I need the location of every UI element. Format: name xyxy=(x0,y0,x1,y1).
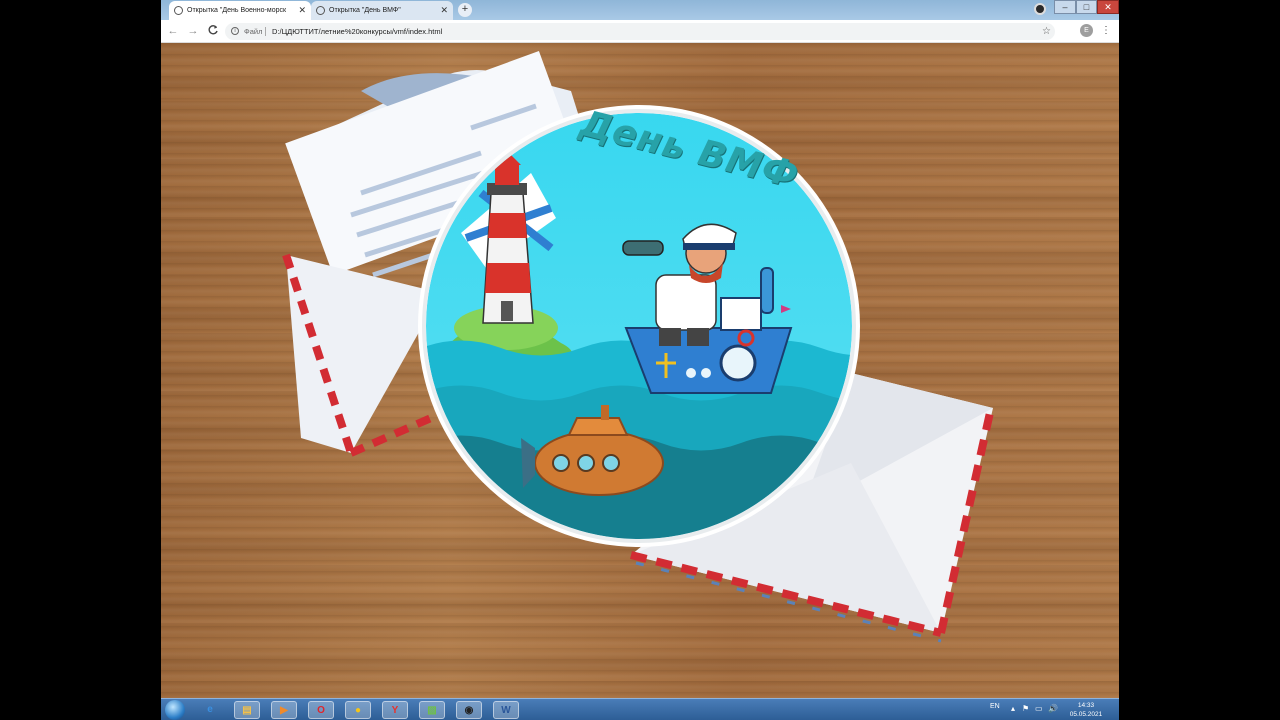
internet-explorer-icon: e xyxy=(207,704,213,715)
tab-close-icon[interactable]: ✕ xyxy=(440,5,448,16)
clock[interactable]: 14:33 05.05.2021 xyxy=(1063,701,1109,719)
file-explorer-icon: ▤ xyxy=(242,705,252,716)
taskbar: e ▤ ▶ O ● Y ▨ ◉ W EN ▴ ⚑ ▭ 🔊 14:33 05.05.2021 xyxy=(161,698,1119,720)
internet-explorer-taskbar-icon[interactable]: e xyxy=(197,701,223,719)
address-bar[interactable]: i Файл D:/ЦДЮТТИТ/летние%20конкурсы/vmf/… xyxy=(225,23,1055,40)
maximize-button[interactable]: □ xyxy=(1076,0,1097,14)
address-divider xyxy=(265,27,266,36)
new-tab-button[interactable]: + xyxy=(458,3,472,17)
info-icon[interactable]: i xyxy=(231,27,239,35)
opera-taskbar-icon[interactable]: O xyxy=(308,701,334,719)
globe-icon xyxy=(316,6,325,15)
obs-icon: ◉ xyxy=(464,705,474,716)
yandex-browser-icon: Y xyxy=(391,705,399,716)
profile-avatar[interactable]: E xyxy=(1080,24,1093,37)
star-icon[interactable]: ☆ xyxy=(1042,23,1051,40)
screen: Открытка "День Военно-морск ✕ Открытка "… xyxy=(161,0,1119,720)
reload-icon xyxy=(208,25,218,35)
media-player-taskbar-icon[interactable]: ▶ xyxy=(271,701,297,719)
chrome-icon: ● xyxy=(354,705,362,716)
file-explorer-taskbar-icon[interactable]: ▤ xyxy=(234,701,260,719)
tray-expand-icon[interactable]: ▴ xyxy=(1011,704,1015,713)
close-window-button[interactable]: ✕ xyxy=(1097,0,1119,14)
obs-taskbar-icon[interactable]: ◉ xyxy=(456,701,482,719)
scheme-label: Файл xyxy=(244,27,263,36)
kebab-menu-icon[interactable]: ⋮ xyxy=(1101,24,1111,37)
url-text[interactable]: D:/ЦДЮТТИТ/летние%20конкурсы/vmf/index.h… xyxy=(272,23,442,40)
reload-button[interactable] xyxy=(206,24,220,38)
tab-inactive[interactable]: Открытка "День ВМФ" ✕ xyxy=(311,1,453,20)
forward-button[interactable]: → xyxy=(186,24,200,38)
opera-icon: O xyxy=(317,705,325,716)
minimize-button[interactable]: – xyxy=(1054,0,1076,14)
clock-date: 05.05.2021 xyxy=(1069,711,1103,718)
tab-title: Открытка "День ВМФ" xyxy=(329,7,401,14)
tab-strip: Открытка "День Военно-морск ✕ Открытка "… xyxy=(161,0,1119,20)
yandex-browser-taskbar-icon[interactable]: Y xyxy=(382,701,408,719)
tab-close-icon[interactable]: ✕ xyxy=(298,5,306,16)
image-app-icon: ▨ xyxy=(427,705,437,716)
clock-time: 14:33 xyxy=(1077,702,1095,709)
globe-icon xyxy=(174,6,183,15)
word-icon: W xyxy=(501,705,511,716)
record-indicator-icon xyxy=(1034,3,1046,15)
language-indicator[interactable]: EN xyxy=(990,703,1000,710)
start-button[interactable] xyxy=(165,700,185,720)
image-app-taskbar-icon[interactable]: ▨ xyxy=(419,701,445,719)
volume-icon[interactable]: 🔊 xyxy=(1048,704,1058,713)
page-content: День ВМФ xyxy=(161,43,1119,698)
tab-active[interactable]: Открытка "День Военно-морск ✕ xyxy=(169,1,311,20)
word-taskbar-icon[interactable]: W xyxy=(493,701,519,719)
back-button[interactable]: ← xyxy=(166,24,180,38)
browser-toolbar: ← → i Файл D:/ЦДЮТТИТ/летние%20конкурсы/… xyxy=(161,20,1119,43)
network-icon[interactable]: ▭ xyxy=(1035,704,1043,713)
media-player-icon: ▶ xyxy=(280,705,288,716)
tab-title: Открытка "День Военно-морск xyxy=(187,7,287,14)
chrome-taskbar-icon[interactable]: ● xyxy=(345,701,371,719)
action-center-icon[interactable]: ⚑ xyxy=(1022,704,1029,713)
